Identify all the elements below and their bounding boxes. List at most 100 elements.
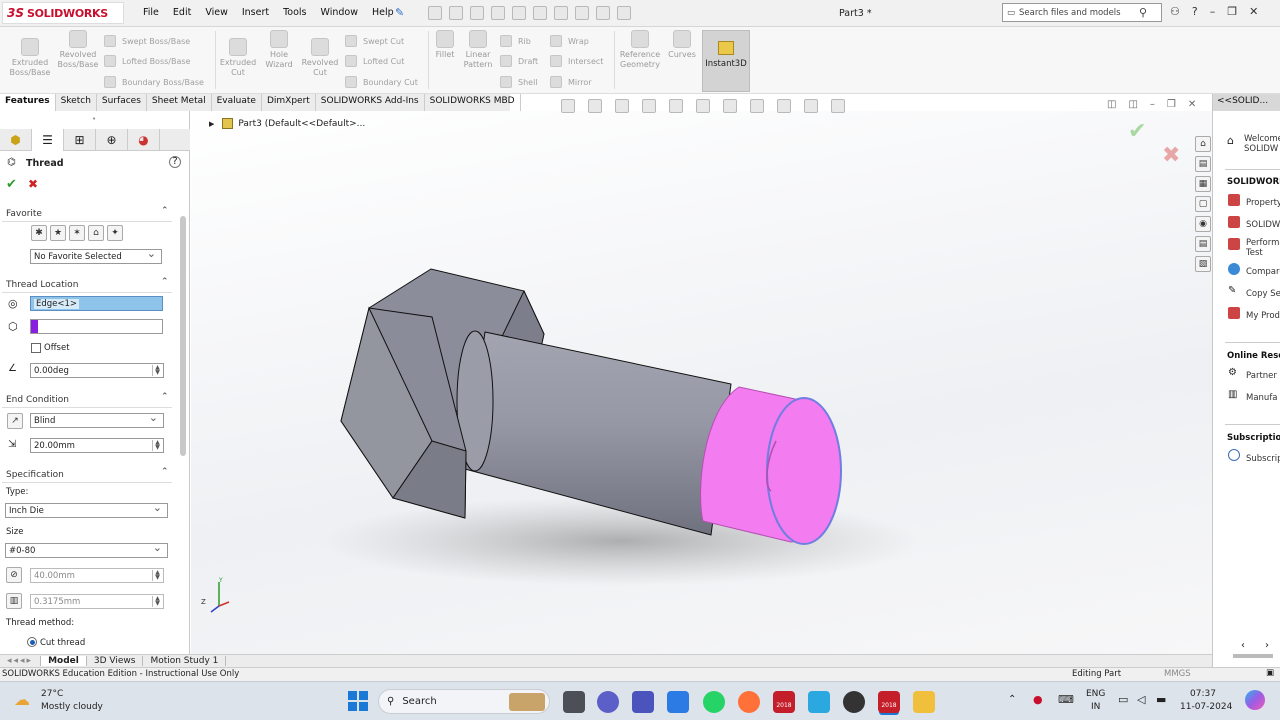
pitch-input[interactable]: 0.3175mm ▲ ▼ xyxy=(30,594,164,609)
tp-explorer-icon[interactable]: ▢ xyxy=(1195,196,1211,212)
network-icon[interactable]: ▭ xyxy=(1118,693,1128,706)
solidworks-logo[interactable]: 3S SOLIDWORKS xyxy=(2,2,124,24)
display-manager-tab-icon[interactable]: ◕ xyxy=(128,129,160,151)
tab-motion-study[interactable]: Motion Study 1 xyxy=(143,656,227,666)
tab-mbd[interactable]: SOLIDWORKS MBD xyxy=(425,94,521,111)
clock-date[interactable]: 11-07-2024 xyxy=(1180,702,1232,712)
undo-icon[interactable] xyxy=(533,6,547,20)
volume-icon[interactable]: ◁ xyxy=(1137,693,1145,706)
wrap-button[interactable]: Wrap xyxy=(550,35,589,47)
tab-addins[interactable]: SOLIDWORKS Add-Ins xyxy=(316,94,425,111)
tp-library-icon[interactable]: ▦ xyxy=(1195,176,1211,192)
menu-view[interactable]: View xyxy=(205,7,228,18)
tp-appearance-icon[interactable]: ▤ xyxy=(1195,236,1211,252)
menu-insert[interactable]: Insert xyxy=(242,7,269,18)
thread-length-input[interactable]: 20.00mm ▲ ▼ xyxy=(30,438,164,453)
pin-icon[interactable]: ✎ xyxy=(395,6,404,19)
intersect-button[interactable]: Intersect xyxy=(550,55,603,67)
extruded-cut-button[interactable]: Extruded Cut xyxy=(218,35,258,78)
feature-manager-tab-icon[interactable]: ⬢ xyxy=(0,129,32,151)
tab-3d-views[interactable]: 3D Views xyxy=(87,656,144,666)
teams-icon[interactable] xyxy=(632,691,654,713)
home-icon[interactable] xyxy=(428,6,442,20)
boundary-boss-button[interactable]: Boundary Boss/Base xyxy=(104,76,204,88)
battery-icon[interactable]: ▬ xyxy=(1156,693,1166,706)
help-icon[interactable]: ? xyxy=(1192,5,1198,18)
print-icon[interactable] xyxy=(512,6,526,20)
instant3d-button[interactable]: Instant3D xyxy=(702,30,750,92)
collapse-specification-icon[interactable]: ⌃ xyxy=(161,467,169,477)
menu-window[interactable]: Window xyxy=(321,7,358,18)
extruded-boss-button[interactable]: Extruded Boss/Base xyxy=(6,35,54,78)
draft-button[interactable]: Draft xyxy=(500,55,538,67)
bolt-model[interactable] xyxy=(191,111,1212,654)
tp-forward-icon[interactable]: › xyxy=(1265,640,1269,651)
end-condition-select[interactable]: Blind xyxy=(30,411,164,428)
status-units[interactable]: MMGS xyxy=(1164,669,1191,679)
select-icon[interactable] xyxy=(554,6,568,20)
close-doc-icon[interactable]: ✕ xyxy=(1188,99,1196,110)
cancel-x-icon[interactable]: ✖ xyxy=(28,177,38,191)
configuration-manager-tab-icon[interactable]: ⊞ xyxy=(64,129,96,151)
windows-start-icon[interactable] xyxy=(348,691,368,711)
boundary-cut-button[interactable]: Boundary Cut xyxy=(345,76,418,88)
menu-edit[interactable]: Edit xyxy=(173,7,191,18)
collapse-end-condition-icon[interactable]: ⌃ xyxy=(161,392,169,402)
cut-thread-radio[interactable] xyxy=(27,637,37,647)
collapse-favorite-icon[interactable]: ⌃ xyxy=(161,206,169,216)
meet-icon[interactable] xyxy=(597,691,619,713)
welcome-link[interactable]: Welcome SOLIDW xyxy=(1244,134,1280,154)
copilot-icon[interactable] xyxy=(1245,690,1265,710)
tile-icon[interactable]: ◫ xyxy=(1128,99,1137,110)
tp-item-partner[interactable]: Partner xyxy=(1246,371,1280,381)
hole-wizard-button[interactable]: Hole Wizard xyxy=(259,27,299,70)
tab-features[interactable]: Features xyxy=(0,94,56,111)
thread-size-select[interactable]: #0-80 xyxy=(5,541,168,558)
tray-overflow-icon[interactable]: ⌃ xyxy=(1008,694,1016,705)
taskbar-search-box[interactable]: ⚲ Search xyxy=(378,689,550,714)
start-face-selection-box[interactable] xyxy=(30,319,163,334)
restore-icon[interactable]: ❐ xyxy=(1227,5,1237,18)
tab-evaluate[interactable]: Evaluate xyxy=(212,94,262,111)
reverse-direction-icon[interactable]: ↗ xyxy=(7,413,23,429)
resize-grip-icon[interactable]: ▣ xyxy=(1266,668,1274,678)
tp-back-icon[interactable]: ‹ xyxy=(1241,640,1245,651)
panel-scrollbar[interactable] xyxy=(180,216,186,456)
mirror-button[interactable]: Mirror xyxy=(550,76,592,88)
file-properties-icon[interactable] xyxy=(596,6,610,20)
snipping-tool-icon[interactable] xyxy=(667,691,689,713)
maximize-doc-icon[interactable]: ❐ xyxy=(1167,99,1176,110)
menu-tools[interactable]: Tools xyxy=(283,7,306,18)
angle-spinner[interactable]: ▲ ▼ xyxy=(152,365,162,376)
length-spinner[interactable]: ▲ ▼ xyxy=(152,440,162,451)
favorite-select[interactable]: No Favorite Selected xyxy=(30,247,162,264)
fillet-button[interactable]: Fillet xyxy=(430,27,460,60)
tp-item-myprod[interactable]: My Prod xyxy=(1246,311,1280,321)
swept-cut-button[interactable]: Swept Cut xyxy=(345,35,404,47)
edge-selection-box[interactable]: Edge<1> xyxy=(30,296,163,311)
rebuild-icon[interactable] xyxy=(575,6,589,20)
diameter-spinner[interactable]: ▲ ▼ xyxy=(152,570,162,581)
tp-scrollbar[interactable] xyxy=(1233,654,1273,658)
rib-button[interactable]: Rib xyxy=(500,35,531,47)
add-favorite-icon[interactable]: ★ xyxy=(50,225,66,241)
swept-boss-button[interactable]: Swept Boss/Base xyxy=(104,35,190,47)
help-circle-icon[interactable]: ? xyxy=(169,156,181,168)
options-gear-icon[interactable] xyxy=(617,6,631,20)
lang-eng[interactable]: ENG xyxy=(1086,689,1105,699)
menu-file[interactable]: File xyxy=(143,7,159,18)
delete-favorite-icon[interactable]: ✶ xyxy=(69,225,85,241)
ok-check-icon[interactable]: ✔ xyxy=(6,177,17,192)
curves-button[interactable]: Curves xyxy=(664,27,700,60)
save-favorite-icon[interactable]: ⌂ xyxy=(88,225,104,241)
thread-type-select[interactable]: Inch Die xyxy=(5,501,168,518)
tp-custom-icon[interactable]: ▧ xyxy=(1195,256,1211,272)
tab-surfaces[interactable]: Surfaces xyxy=(97,94,147,111)
task-view-icon[interactable] xyxy=(563,691,585,713)
minimize-doc-icon[interactable]: – xyxy=(1150,99,1155,110)
tab-nav-arrows[interactable]: ◂◂◂▸ xyxy=(0,656,42,666)
linear-pattern-button[interactable]: Linear Pattern xyxy=(462,27,494,70)
revolved-cut-button[interactable]: Revolved Cut xyxy=(300,35,340,78)
tp-palette-icon[interactable]: ◉ xyxy=(1195,216,1211,232)
menu-help[interactable]: Help xyxy=(372,7,394,18)
